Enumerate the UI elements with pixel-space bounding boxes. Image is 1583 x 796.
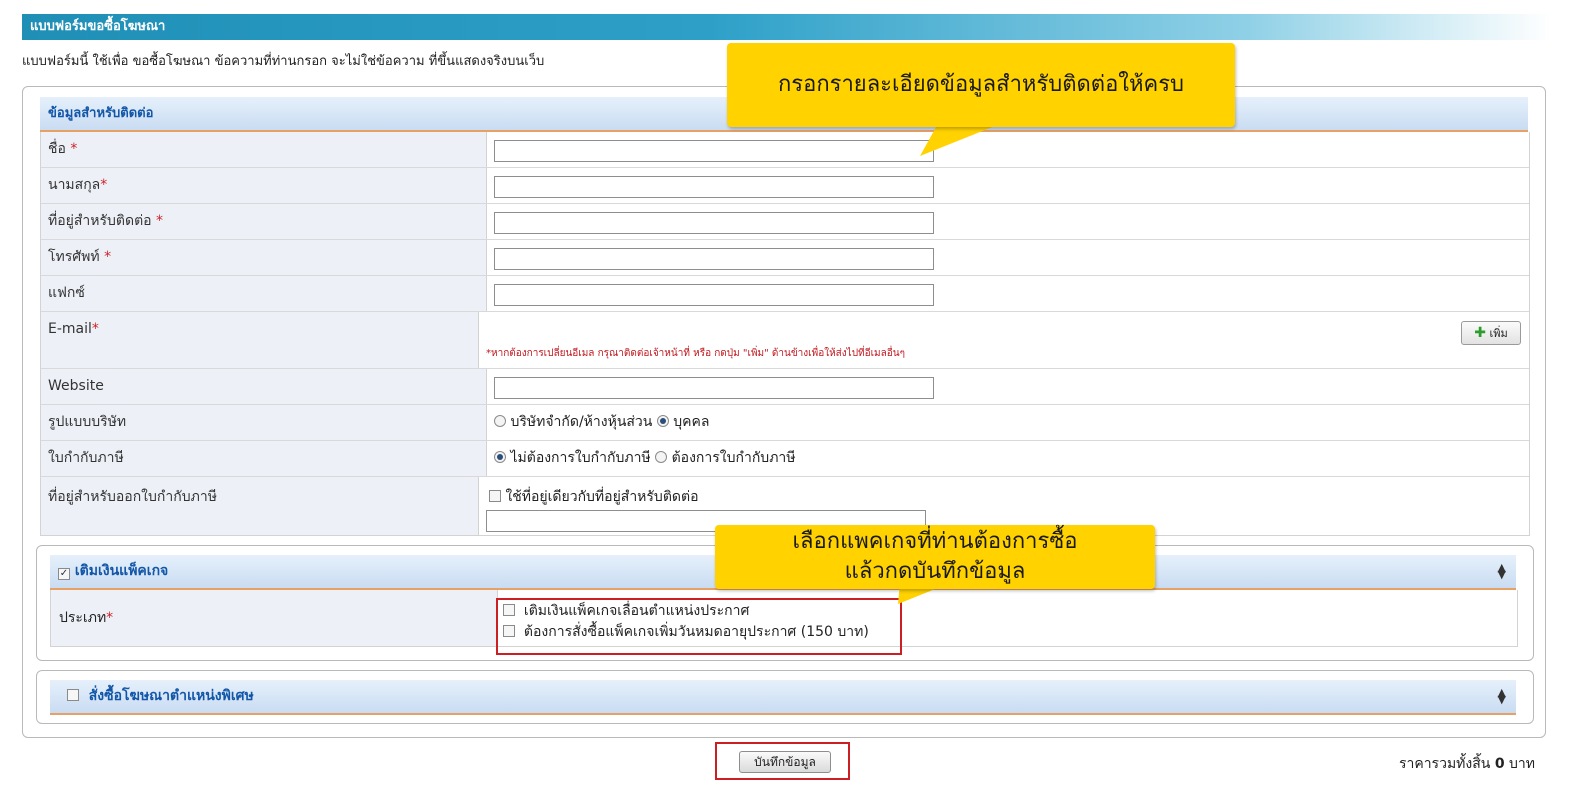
row-website: Website [41,369,1529,405]
first-name-input[interactable] [494,140,934,162]
option-company: บริษัทจำกัด/ห้างหุ้นส่วน [510,414,653,430]
package-highlight-box [496,598,902,655]
label-address: ที่อยู่สำหรับติดต่อ * [41,204,487,239]
required-mark: * [156,213,164,229]
callout-middle-line1: เลือกแพคเกจที่ท่านต้องการซื้อ [792,529,1078,554]
label-company-type: รูปแบบบริษัท [41,405,487,440]
package-section-checkbox[interactable]: ✓ [58,568,70,580]
contact-form-grid: ชื่อ * นามสกุล* ที่อยู่สำหรับติดต่อ * โท… [40,132,1530,536]
row-fax: แฟกซ์ [41,276,1529,312]
label-email: E-mail* [41,312,479,368]
row-phone: โทรศัพท์ * [41,240,1529,276]
same-address-label: ใช้ที่อยู่เดียวกับที่อยู่สำหรับติดต่อ [505,489,699,505]
row-company-type: รูปแบบบริษัท บริษัทจำกัด/ห้างหุ้นส่วน บุ… [41,405,1529,441]
required-mark: * [70,141,78,157]
label-phone: โทรศัพท์ * [41,240,487,275]
last-name-input[interactable] [494,176,934,198]
radio-company[interactable] [494,415,506,427]
label-first-name: ชื่อ * [41,132,487,167]
callout-middle: เลือกแพคเกจที่ท่านต้องการซื้อ แล้วกดบันท… [715,525,1155,589]
form-title-bar: แบบฟอร์มขอซื้อโฆษณา [22,14,1552,40]
label-invoice-address: ที่อยู่สำหรับออกใบกำกับภาษี [41,477,479,535]
special-section-title: สั่งซื้อโฆษณาตำแหน่งพิเศษ [88,688,254,704]
row-last-name: นามสกุล* [41,168,1529,204]
website-input[interactable] [494,377,934,399]
form-description: แบบฟอร์มนี้ ใช้เพื่อ ขอซื้อโฆษณา ข้อความ… [22,54,545,69]
option-individual: บุคคล [673,414,710,430]
fax-input[interactable] [494,284,934,306]
same-address-checkbox[interactable] [489,490,501,502]
radio-individual[interactable] [656,415,669,427]
required-mark: * [100,177,108,193]
label-last-name: นามสกุล* [41,168,487,203]
form-title: แบบฟอร์มขอซื้อโฆษณา [30,19,166,34]
special-section-header[interactable]: สั่งซื้อโฆษณาตำแหน่งพิเศษ ▲ ▼ [50,680,1516,715]
phone-input[interactable] [494,248,934,270]
email-note: *หากต้องการเปลี่ยนอีเมล กรุณาติดต่อเจ้าห… [486,348,905,359]
expand-collapse-icon[interactable]: ▲ ▼ [1498,687,1506,705]
label-tax-invoice: ใบกำกับภาษี [41,441,487,476]
callout-middle-line2: แล้วกดบันทึกข้อมูล [844,559,1026,584]
option-no-tax-invoice: ไม่ต้องการใบกำกับภาษี [510,450,651,466]
address-input[interactable] [494,212,934,234]
plus-icon: ✚ [1474,325,1486,341]
row-email: E-mail* *หากต้องการเปลี่ยนอีเมล กรุณาติด… [41,312,1529,369]
label-fax: แฟกซ์ [41,276,487,311]
option-tax-invoice: ต้องการใบกำกับภาษี [671,450,796,466]
row-first-name: ชื่อ * [41,132,1529,168]
contact-section-title: ข้อมูลสำหรับติดต่อ [48,106,154,121]
package-section-title: เติมเงินแพ็คเกจ [74,563,169,579]
save-button[interactable]: บันทึกข้อมูล [739,751,831,773]
add-email-button[interactable]: ✚ เพิ่ม [1461,321,1521,345]
expand-collapse-icon[interactable]: ▲ ▼ [1498,562,1506,580]
total-price: ราคารวมทั้งสิ้น 0 บาท [1398,756,1535,772]
radio-tax-invoice[interactable] [655,451,668,463]
label-website: Website [41,369,487,404]
total-amount: 0 [1494,756,1505,772]
radio-no-tax-invoice[interactable] [494,451,506,463]
label-package-type: ประเภท* [51,590,498,646]
special-section-checkbox[interactable] [67,689,79,701]
required-mark: * [91,321,99,337]
callout-top: กรอกรายละเอียดข้อมูลสำหรับติดต่อให้ครบ [727,43,1235,127]
row-address: ที่อยู่สำหรับติดต่อ * [41,204,1529,240]
required-mark: * [106,610,114,626]
row-tax-invoice: ใบกำกับภาษี ไม่ต้องการใบกำกับภาษี ต้องกา… [41,441,1529,477]
required-mark: * [104,249,112,265]
